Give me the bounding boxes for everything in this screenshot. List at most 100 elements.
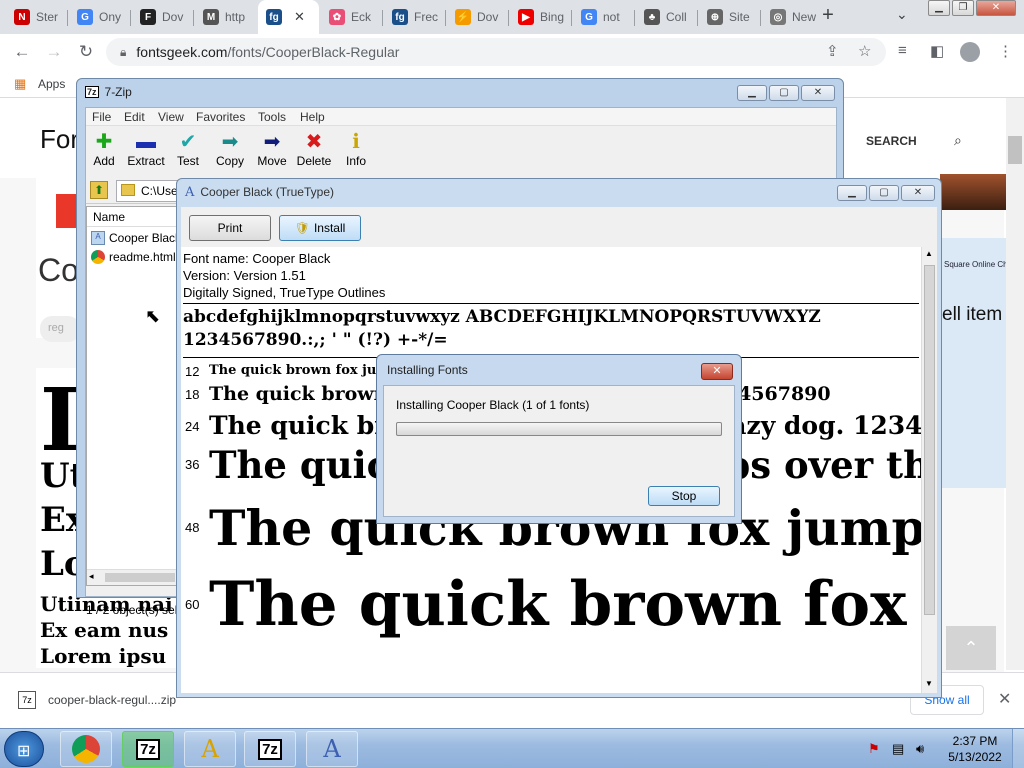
menu-item[interactable]: Tools [258, 110, 286, 124]
network-icon[interactable]: ▤ [892, 741, 904, 757]
tab[interactable]: ◎ New [762, 0, 823, 34]
taskbar-font-viewer[interactable]: A [184, 731, 236, 767]
tab[interactable]: ⚡ Dov [447, 0, 508, 34]
minimize-button[interactable]: ▁ [928, 0, 950, 16]
dialog-close-button[interactable]: ✕ [701, 363, 733, 380]
ad-text: Square Online Ch [944, 260, 1006, 269]
tab[interactable]: ▶ Bing [510, 0, 571, 34]
font-info: Font name: Cooper Black Version: Version… [183, 250, 385, 301]
font-viewer-titlebar: A Cooper Black (TrueType) [177, 179, 941, 205]
sample-big-letter: I [40, 376, 80, 466]
7zip-minimize-button[interactable]: ▁ [737, 85, 767, 101]
scroll-left-icon[interactable]: ◂ [89, 571, 94, 582]
shield-icon: 🛡︎ [294, 221, 310, 235]
file-name: Cooper Black [109, 231, 182, 245]
start-button[interactable]: ⊞ [4, 731, 44, 767]
taskbar-font-viewer-2[interactable]: A [306, 731, 358, 767]
menu-icon[interactable]: ⋮ [998, 42, 1013, 60]
menu-item[interactable]: File [92, 110, 111, 124]
tab[interactable]: N Ster [6, 0, 67, 34]
taskbar-chrome[interactable] [60, 731, 112, 767]
sample-line: Lorem ipsu [40, 644, 167, 668]
restore-button[interactable]: ❐ [952, 0, 974, 16]
7zip-maximize-button[interactable]: ▢ [769, 85, 799, 101]
tab-favicon-icon: ⊕ [707, 9, 723, 25]
tab[interactable]: ♣ Coll [636, 0, 697, 34]
file-name: readme.html [109, 250, 176, 264]
menu-item[interactable]: View [158, 110, 184, 124]
tab[interactable]: Gnot [573, 0, 634, 34]
reload-icon[interactable]: ↻ [76, 42, 96, 62]
toolbar-test-button[interactable]: ✔ Test [166, 130, 210, 168]
show-desktop-button[interactable] [1012, 729, 1024, 768]
tag-chip[interactable]: reg [40, 316, 80, 342]
fv-minimize-button[interactable]: ▁ [837, 185, 867, 201]
tab[interactable]: G Ony [69, 0, 130, 34]
7zip-app-icon: 7z [85, 86, 99, 98]
tab[interactable]: Mhttp [195, 0, 256, 34]
scroll-down-icon[interactable]: ▼ [925, 679, 933, 688]
menu-item[interactable]: Help [300, 110, 325, 124]
tab-label: Bing [540, 10, 565, 24]
bookmark-star-icon[interactable]: ☆ [858, 42, 871, 60]
file-row[interactable]: A Cooper Black [87, 227, 185, 246]
side-panel-icon[interactable]: ◧ [930, 42, 944, 60]
menu-item[interactable]: Edit [124, 110, 145, 124]
column-header-name[interactable]: Name [87, 207, 185, 227]
scroll-thumb[interactable] [924, 265, 935, 615]
new-tab-button[interactable]: + [816, 4, 840, 28]
toolbar-info-button[interactable]: ℹ Info [334, 130, 378, 168]
back-icon[interactable]: ← [12, 42, 32, 62]
flag-icon[interactable]: ⚑ [868, 741, 880, 757]
taskbar-7zip-2[interactable]: 7z [244, 731, 296, 767]
tab[interactable]: ⊕ Site [699, 0, 760, 34]
tab-label: Eck [351, 10, 372, 24]
search-link[interactable]: SEARCH [866, 134, 917, 148]
tab-close-icon[interactable]: ✕ [294, 9, 305, 25]
scroll-top-button[interactable]: ⌃ [946, 626, 996, 670]
x-icon: ✖ [305, 131, 323, 153]
media-icon[interactable]: ≡ [898, 42, 907, 59]
up-folder-icon[interactable]: ⬆ [90, 181, 108, 199]
apps-link[interactable]: Apps [38, 77, 65, 91]
install-button[interactable]: 🛡︎ Install [279, 215, 361, 241]
menu-item[interactable]: Favorites [196, 110, 245, 124]
tab[interactable]: F Dov [132, 0, 193, 34]
tab-favicon-icon: F [140, 9, 156, 25]
toolbar-delete-button[interactable]: ✖ Delete [292, 130, 336, 168]
toolbar-copy-button[interactable]: ➡ Copy [208, 130, 252, 168]
tab[interactable]: fg ✕ [258, 0, 319, 34]
file-row[interactable]: readme.html [87, 246, 185, 265]
toolbar-add-button[interactable]: ✚ Add [82, 130, 126, 168]
tab-search-chevron-icon[interactable]: ⌄ [896, 6, 908, 23]
search-icon[interactable]: ⌕ [954, 132, 962, 149]
fv-maximize-button[interactable]: ▢ [869, 185, 899, 201]
font-name: Font name: Cooper Black [183, 251, 331, 266]
download-filename[interactable]: cooper-black-regul....zip [48, 693, 176, 707]
scroll-up-icon[interactable]: ▲ [925, 249, 933, 258]
profile-avatar[interactable] [960, 42, 980, 62]
charset-digits: 1234567890.:,; ' " (!?) +-*/= [183, 330, 448, 350]
page-scrollbar[interactable] [1006, 98, 1024, 670]
tab[interactable]: ✿ Eck [321, 0, 382, 34]
toolbar-move-button[interactable]: ➡ Move [250, 130, 294, 168]
preview-scrollbar[interactable]: ▲ ▼ [921, 247, 937, 693]
info-icon: ℹ [352, 131, 360, 153]
horizontal-scrollbar[interactable]: ◂ [87, 569, 185, 585]
clock[interactable]: 2:37 PM 5/13/2022 [940, 733, 1010, 765]
stop-button[interactable]: Stop [648, 486, 720, 506]
close-button[interactable]: ✕ [976, 0, 1016, 16]
toolbar-extract-button[interactable]: ▬ Extract [124, 130, 168, 168]
ad-panel[interactable] [940, 238, 1006, 488]
print-button[interactable]: Print [189, 215, 271, 241]
forward-icon[interactable]: → [44, 42, 64, 62]
volume-icon[interactable]: 🔊︎ [916, 741, 924, 757]
tab[interactable]: fg Frec [384, 0, 445, 34]
7zip-close-button[interactable]: ✕ [801, 85, 835, 101]
share-icon[interactable]: ⇪ [826, 42, 839, 60]
address-bar[interactable]: 🔒︎ fontsgeek.com/fonts/CooperBlack-Regul… [106, 38, 886, 66]
fv-close-button[interactable]: ✕ [901, 185, 935, 201]
close-download-bar-icon[interactable]: ✕ [998, 689, 1011, 709]
taskbar-7zip[interactable]: 7z [122, 731, 174, 767]
site-logo[interactable]: For [40, 124, 79, 155]
